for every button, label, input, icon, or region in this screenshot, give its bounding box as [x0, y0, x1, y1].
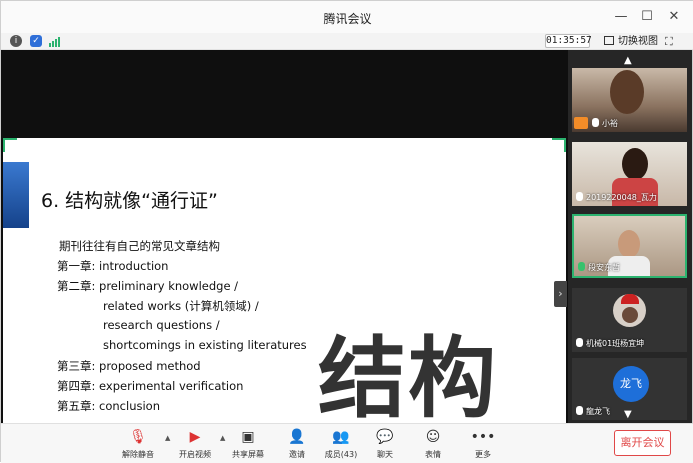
- slide-line: 第二章: preliminary knowledge /: [57, 279, 239, 293]
- presentation-slide: 6. 结构就像“通行证” 期刊往往有自己的常见文章结构 第一章: introdu…: [3, 138, 566, 454]
- slide-line: 第一章: introduction: [57, 259, 169, 273]
- slide-intro: 期刊往往有自己的常见文章结构: [59, 239, 220, 253]
- microphone-icon: [592, 118, 599, 127]
- participant-tile[interactable]: 段安东哲: [572, 214, 687, 278]
- shield-icon[interactable]: ✓: [30, 35, 42, 47]
- emoji-icon: ☺: [425, 429, 441, 445]
- collapse-panel-button[interactable]: ›: [554, 281, 567, 307]
- frame-corner: [3, 138, 17, 152]
- meeting-window: 腾讯会议 — ☐ ✕ i ✓ 01:35:57 切换视图 ⛶ 6. 结构就像“通…: [0, 0, 693, 463]
- slide-line: 第五章: conclusion: [57, 399, 160, 413]
- close-icon[interactable]: ✕: [664, 7, 684, 27]
- share-screen-button[interactable]: ▣ 共享屏幕: [222, 428, 274, 460]
- video-panel: ▲ 小裕 2019220048_瓦力 段安东哲 机械01班杨宜坤 龙飞 龍龙飞 …: [568, 50, 692, 423]
- fullscreen-icon[interactable]: ⛶: [665, 34, 680, 49]
- meeting-timer: 01:35:57: [545, 34, 592, 48]
- camera-off-icon: ▶: [189, 429, 201, 445]
- info-icon[interactable]: i: [10, 35, 22, 47]
- participant-name: 小裕: [602, 119, 618, 128]
- slide-line: 第三章: proposed method: [57, 359, 201, 373]
- switch-view-button[interactable]: 切换视图: [604, 34, 658, 49]
- slide-title: 6. 结构就像“通行证”: [41, 190, 218, 212]
- slide-line: research questions /: [103, 318, 220, 332]
- chat-button[interactable]: 💬 聊天: [359, 428, 411, 460]
- emoji-button[interactable]: ☺ 表情: [407, 428, 459, 460]
- shared-screen: 6. 结构就像“通行证” 期刊往往有自己的常见文章结构 第一章: introdu…: [1, 50, 568, 454]
- avatar: 龙飞: [613, 366, 649, 402]
- grid-view-icon: [604, 36, 614, 45]
- start-video-button[interactable]: ▶ 开启视频: [169, 428, 221, 460]
- frame-corner: [552, 138, 566, 152]
- microphone-icon: [576, 406, 583, 415]
- title-bar: 腾讯会议 — ☐ ✕: [1, 1, 693, 33]
- scroll-up-icon[interactable]: ▲: [624, 55, 632, 66]
- participant-name: 机械01班杨宜坤: [586, 339, 645, 348]
- microphone-icon: [578, 262, 585, 271]
- share-screen-icon: ▣: [241, 429, 255, 445]
- chat-icon: 💬: [376, 429, 394, 445]
- participant-name: 2019220048_瓦力: [586, 193, 657, 202]
- slide-big-word: 结构: [318, 327, 499, 430]
- slide-line: shortcomings in existing literatures: [103, 338, 307, 352]
- scroll-down-icon[interactable]: ▼: [624, 409, 632, 420]
- microphone-icon: [576, 338, 583, 347]
- slide-line: 第四章: experimental verification: [57, 379, 244, 393]
- signal-icon[interactable]: [49, 36, 61, 47]
- more-button[interactable]: ••• 更多: [457, 428, 509, 460]
- participant-tile[interactable]: 小裕: [572, 68, 687, 132]
- participant-name: 段安东哲: [588, 263, 620, 272]
- participant-tile[interactable]: 机械01班杨宜坤: [572, 288, 687, 352]
- participant-name: 龍龙飞: [586, 407, 610, 416]
- maximize-icon[interactable]: ☐: [637, 7, 657, 27]
- slide-accent-bar: [3, 162, 29, 228]
- window-title: 腾讯会议: [323, 12, 372, 26]
- mic-muted-icon: 🎙: [129, 429, 147, 445]
- switch-view-label: 切换视图: [618, 36, 658, 47]
- avatar: [574, 117, 588, 129]
- avatar: [613, 294, 646, 327]
- slide-line: related works (计算机领域) /: [103, 299, 259, 313]
- unmute-button[interactable]: 🎙 解除静音: [112, 428, 164, 460]
- more-icon: •••: [470, 429, 496, 445]
- leave-meeting-button[interactable]: 离开会议: [614, 430, 671, 456]
- participant-tile[interactable]: 2019220048_瓦力: [572, 142, 687, 206]
- minimize-icon[interactable]: —: [611, 7, 631, 27]
- status-bar: i ✓ 01:35:57 切换视图 ⛶: [1, 33, 693, 50]
- bottom-toolbar: 🎙 解除静音 ▲ ▶ 开启视频 ▲ ▣ 共享屏幕 👤 邀请 👥 成员(43) 💬…: [1, 423, 693, 463]
- microphone-icon: [576, 192, 583, 201]
